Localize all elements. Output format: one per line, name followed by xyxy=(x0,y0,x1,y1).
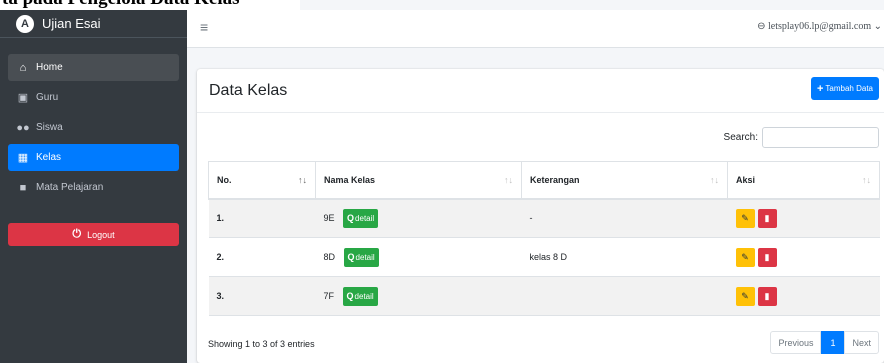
sidebar-item-guru[interactable]: ▣ Guru xyxy=(8,84,179,111)
sort-icon: ↑↓ xyxy=(298,175,307,185)
column-header-label: Keterangan xyxy=(530,174,580,185)
edit-button[interactable]: ✎ xyxy=(735,208,755,228)
search-icon: Q xyxy=(347,252,355,262)
previous-button[interactable]: Previous xyxy=(770,331,822,354)
users-icon: ●● xyxy=(16,121,30,134)
data-kelas-card: Data Kelas + Tambah Data Search: No. ↑↓ … xyxy=(197,69,884,363)
sidebar-item-home[interactable]: ⌂ Home xyxy=(8,54,179,81)
nama-kelas: 9E xyxy=(323,213,335,224)
plus-icon: + xyxy=(816,82,824,95)
brand-logo: A xyxy=(16,14,34,33)
card-header: Data Kelas + Tambah Data xyxy=(197,69,884,113)
book-icon: ■ xyxy=(19,181,27,194)
sidebar-item-label: Kelas xyxy=(36,152,62,163)
document-title: ta pada Pengelola Data Kelas xyxy=(0,0,300,10)
sidebar-nav: ⌂ Home ▣ Guru ●● Siswa ▦ Kelas ■ Mata Pe… xyxy=(0,38,187,201)
column-header-label: Aksi xyxy=(736,174,756,185)
column-header-aksi[interactable]: Aksi ↑↓ xyxy=(727,161,880,200)
aksi-cell: ✎ ▮ xyxy=(727,237,880,277)
menu-toggle-icon[interactable]: ≡ xyxy=(200,19,208,35)
delete-button[interactable]: ▮ xyxy=(757,247,777,267)
sort-icon: ↑↓ xyxy=(504,175,513,185)
add-data-button[interactable]: + Tambah Data xyxy=(810,77,879,100)
sort-icon: ↑↓ xyxy=(862,175,871,185)
sidebar-item-label: Mata Pelajaran xyxy=(36,182,104,193)
detail-button[interactable]: Qdetail xyxy=(342,286,378,306)
column-header-label: Nama Kelas xyxy=(324,174,376,185)
row-number: 2. xyxy=(208,237,316,277)
detail-button[interactable]: Qdetail xyxy=(343,208,379,228)
add-data-label: Tambah Data xyxy=(825,84,873,93)
page-title: Data Kelas xyxy=(209,82,288,99)
column-header-label: No. xyxy=(217,174,232,185)
aksi-cell: ✎ ▮ xyxy=(727,276,880,316)
logout-label: Logout xyxy=(87,229,115,240)
table-row: 2. 8D Qdetail kelas 8 D ✎ ▮ xyxy=(208,237,880,277)
chalkboard-teacher-icon: ▣ xyxy=(17,92,29,104)
sidebar: A Ujian Esai ⌂ Home ▣ Guru ●● Siswa ▦ Ke… xyxy=(0,0,187,363)
nama-kelas-cell: 7F Qdetail xyxy=(315,276,522,316)
brand-name: Ujian Esai xyxy=(42,16,101,31)
keterangan: - xyxy=(521,198,728,238)
delete-button[interactable]: ▮ xyxy=(757,208,777,228)
sidebar-item-label: Guru xyxy=(36,92,59,103)
sidebar-item-label: Siswa xyxy=(36,122,63,133)
sidebar-item-label: Home xyxy=(36,62,63,73)
user-icon: ⊖ xyxy=(757,21,766,32)
detail-label: detail xyxy=(354,291,374,301)
search-row: Search: xyxy=(724,127,879,148)
sidebar-item-siswa[interactable]: ●● Siswa xyxy=(8,114,179,141)
chevron-down-icon: ⌄ xyxy=(873,21,882,32)
column-header-keterangan[interactable]: Keterangan ↑↓ xyxy=(521,161,728,200)
column-header-no[interactable]: No. ↑↓ xyxy=(208,161,316,200)
column-header-nama-kelas[interactable]: Nama Kelas ↑↓ xyxy=(315,161,522,200)
page-1-button[interactable]: 1 xyxy=(821,331,845,354)
detail-label: detail xyxy=(355,213,375,223)
detail-button[interactable]: Qdetail xyxy=(343,247,379,267)
sidebar-item-mata-pelajaran[interactable]: ■ Mata Pelajaran xyxy=(8,174,179,201)
sort-icon: ↑↓ xyxy=(710,175,719,185)
edit-button[interactable]: ✎ xyxy=(735,286,755,306)
logout-button[interactable]: ⏻ Logout xyxy=(8,223,179,246)
table-row: 1. 9E Qdetail - ✎ ▮ xyxy=(208,198,880,238)
delete-button[interactable]: ▮ xyxy=(757,286,777,306)
power-icon: ⏻ xyxy=(72,228,82,240)
row-number: 3. xyxy=(208,276,316,316)
table-row: 3. 7F Qdetail ✎ ▮ xyxy=(208,276,880,316)
nama-kelas: 8D xyxy=(323,252,336,262)
user-email: letsplay06.lp@gmail.com xyxy=(768,21,872,32)
data-table: No. ↑↓ Nama Kelas ↑↓ Keterangan ↑↓ Aksi … xyxy=(208,161,880,316)
home-icon: ⌂ xyxy=(19,61,27,74)
search-icon: Q xyxy=(346,291,354,301)
keterangan: kelas 8 D xyxy=(521,237,728,277)
detail-label: detail xyxy=(355,252,375,262)
search-label: Search: xyxy=(723,132,758,143)
nama-kelas-cell: 9E Qdetail xyxy=(315,198,522,238)
search-input[interactable] xyxy=(762,127,879,148)
search-icon: Q xyxy=(347,213,355,224)
edit-button[interactable]: ✎ xyxy=(735,247,755,267)
next-button[interactable]: Next xyxy=(844,331,879,354)
nama-kelas-cell: 8D Qdetail xyxy=(315,237,522,277)
topbar: ≡ ⊖ letsplay06.lp@gmail.com ⌄ xyxy=(187,10,884,48)
table-info: Showing 1 to 3 of 3 entries xyxy=(208,339,315,349)
nama-kelas: 7F xyxy=(323,291,335,301)
sidebar-item-kelas[interactable]: ▦ Kelas xyxy=(8,144,179,171)
row-number: 1. xyxy=(208,198,316,238)
keterangan xyxy=(521,276,728,316)
building-icon: ▦ xyxy=(17,152,29,164)
pagination: Previous 1 Next xyxy=(770,331,879,354)
aksi-cell: ✎ ▮ xyxy=(727,198,880,238)
user-menu[interactable]: ⊖ letsplay06.lp@gmail.com ⌄ xyxy=(757,21,882,32)
